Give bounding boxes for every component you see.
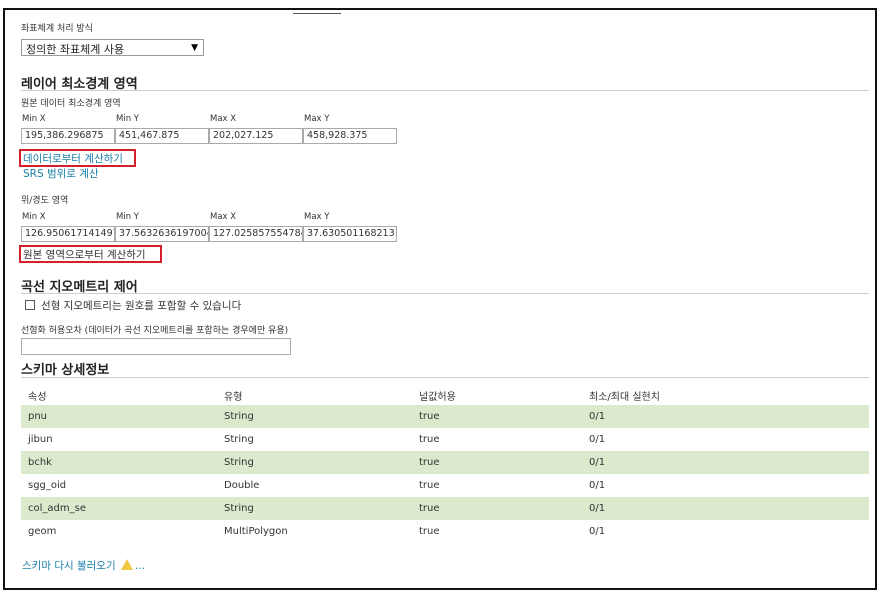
latlon-maxx-label: Max X — [210, 212, 237, 222]
native-bbox-label: 원본 데이터 최소경계 영역 — [21, 99, 121, 109]
type-cell: Double — [224, 480, 260, 491]
crs-handling-select[interactable]: 정의한 좌표체계 사용 ▼ — [21, 39, 204, 56]
latlon-bbox-label: 위/경도 영역 — [21, 196, 69, 206]
column-header-type: 유형 — [224, 392, 243, 403]
occurrences-cell: 0/1 — [589, 480, 606, 491]
compute-from-data-link[interactable]: 데이터로부터 계산하기 — [23, 151, 123, 166]
occurrences-cell: 0/1 — [582, 497, 869, 520]
occurrences-cell: 0/1 — [582, 451, 869, 474]
section-divider — [21, 293, 869, 294]
tolerance-input[interactable] — [21, 338, 291, 355]
attribute-name-cell: col_adm_se — [21, 497, 217, 520]
compute-from-srs-link[interactable]: SRS 범위로 계산 — [23, 166, 99, 181]
native-maxx-field[interactable]: 202,027.125 — [209, 128, 303, 144]
chevron-down-icon: ▼ — [191, 43, 198, 53]
latlon-maxy-field[interactable]: 37.63050116821315 — [303, 226, 397, 242]
warning-icon — [120, 559, 133, 570]
reload-suffix: ... — [134, 560, 145, 572]
latlon-maxx-field[interactable]: 127.02585755478446 — [209, 226, 303, 242]
nillable-cell: true — [419, 434, 440, 445]
tolerance-label: 선형화 허용오차 (데이터가 곡선 지오메트리를 포함하는 경우에만 유용) — [21, 326, 289, 336]
attribute-name-cell: geom — [28, 526, 57, 537]
occurrences-cell: 0/1 — [589, 526, 606, 537]
table-row: bchk String true 0/1 — [21, 451, 869, 474]
section-divider — [21, 377, 869, 378]
nillable-cell: true — [412, 405, 582, 428]
schema-section-title: 스키마 상세정보 — [21, 363, 110, 378]
column-header-occurrences: 최소/최대 실현치 — [589, 392, 660, 403]
nillable-cell: true — [412, 497, 582, 520]
compute-from-native-link[interactable]: 원본 영역으로부터 계산하기 — [23, 247, 146, 262]
attribute-name-cell: sgg_oid — [28, 480, 67, 491]
occurrences-cell: 0/1 — [589, 434, 606, 445]
nillable-cell: true — [419, 526, 440, 537]
attribute-name-cell: pnu — [21, 405, 217, 428]
native-minx-field[interactable]: 195,386.296875 — [21, 128, 115, 144]
type-cell: String — [217, 497, 412, 520]
table-row: jibun String true 0/1 — [21, 428, 869, 451]
section-divider — [21, 90, 869, 91]
native-maxy-label: Max Y — [304, 114, 330, 124]
table-row: pnu String true 0/1 — [21, 405, 869, 428]
table-row: col_adm_se String true 0/1 — [21, 497, 869, 520]
column-header-attribute: 속성 — [28, 392, 47, 403]
type-cell: String — [224, 434, 254, 445]
occurrences-cell: 0/1 — [582, 405, 869, 428]
type-cell: String — [217, 405, 412, 428]
column-header-nillable: 널값허용 — [419, 392, 456, 403]
latlon-miny-field[interactable]: 37.563263619700463 — [115, 226, 209, 242]
latlon-minx-label: Min X — [22, 212, 46, 222]
native-minx-label: Min X — [22, 114, 46, 124]
native-maxx-label: Max X — [210, 114, 237, 124]
linear-arcs-checkbox[interactable] — [25, 300, 35, 310]
crs-handling-label: 좌표체계 처리 방식 — [21, 24, 93, 34]
linear-arcs-label: 선형 지오메트리는 원호를 포함할 수 있습니다 — [41, 300, 242, 312]
table-row: sgg_oid Double true 0/1 — [21, 474, 869, 497]
latlon-minx-field[interactable]: 126.950617141497 — [21, 226, 115, 242]
native-maxy-field[interactable]: 458,928.375 — [303, 128, 397, 144]
attribute-name-cell: jibun — [28, 434, 53, 445]
latlon-miny-label: Min Y — [116, 212, 139, 222]
type-cell: MultiPolygon — [224, 526, 288, 537]
nillable-cell: true — [419, 480, 440, 491]
native-miny-field[interactable]: 451,467.875 — [115, 128, 209, 144]
reload-schema-row: 스키마 다시 불러오기 ... — [22, 558, 145, 573]
top-divider — [293, 13, 341, 14]
type-cell: String — [217, 451, 412, 474]
reload-schema-link[interactable]: 스키마 다시 불러오기 — [22, 560, 116, 572]
schema-table: 속성 유형 널값허용 최소/최대 실현치 pnu String true 0/1… — [21, 386, 869, 543]
native-miny-label: Min Y — [116, 114, 139, 124]
nillable-cell: true — [412, 451, 582, 474]
attribute-name-cell: bchk — [21, 451, 217, 474]
crs-handling-selected-value: 정의한 좌표체계 사용 — [26, 43, 125, 56]
latlon-maxy-label: Max Y — [304, 212, 330, 222]
table-row: geom MultiPolygon true 0/1 — [21, 520, 869, 543]
